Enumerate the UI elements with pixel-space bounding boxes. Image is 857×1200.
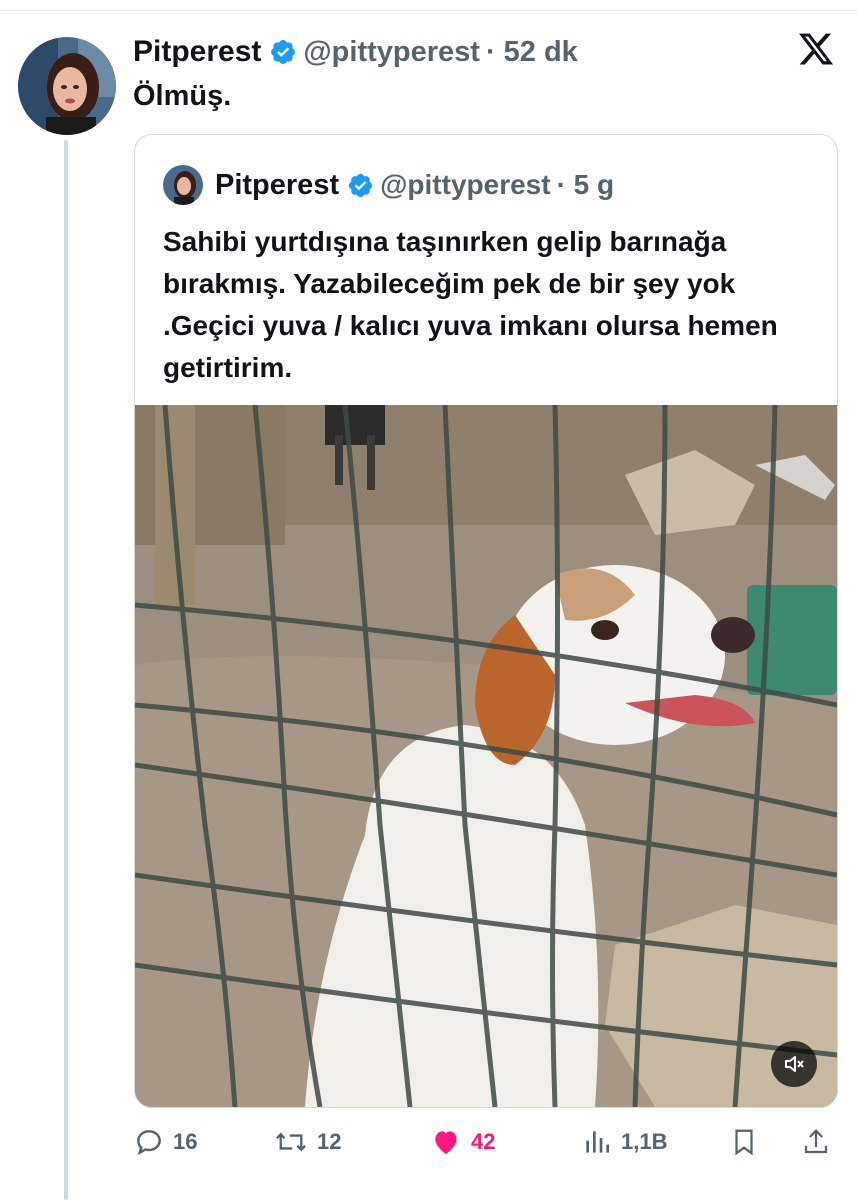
reply-count: 16 xyxy=(173,1129,198,1154)
action-bar: 16 12 42 1,1B xyxy=(133,1122,833,1162)
views-icon xyxy=(586,1131,609,1153)
like-button[interactable]: 42 xyxy=(429,1122,495,1162)
quoted-header: Pitperest @pittyperest · 5 g xyxy=(163,163,614,207)
thread-line xyxy=(64,140,68,1200)
quoted-tweet[interactable]: Pitperest @pittyperest · 5 g Sahibi yurt… xyxy=(134,134,838,1108)
reply-icon xyxy=(137,1130,161,1156)
video-player[interactable] xyxy=(135,404,837,1107)
quoted-avatar[interactable] xyxy=(163,165,203,205)
top-divider xyxy=(0,10,857,11)
mute-icon xyxy=(785,1056,804,1072)
views-count: 1,1B xyxy=(621,1129,668,1154)
quoted-author-name[interactable]: Pitperest xyxy=(215,169,339,202)
share-icon xyxy=(804,1129,828,1154)
views-button[interactable]: 1,1B xyxy=(581,1122,667,1162)
tweet-time[interactable]: · 52 dk xyxy=(486,36,578,69)
bookmark-icon xyxy=(735,1129,753,1156)
retweet-count: 12 xyxy=(317,1129,342,1154)
verified-badge-icon xyxy=(347,172,374,199)
tweet-text: Ölmüş. xyxy=(133,80,232,112)
author-handle[interactable]: @pittyperest xyxy=(303,36,480,69)
tweet-header: Pitperest @pittyperest · 52 dk xyxy=(133,30,578,74)
retweet-button[interactable]: 12 xyxy=(273,1122,341,1162)
mute-button[interactable] xyxy=(771,1041,817,1087)
author-name[interactable]: Pitperest xyxy=(133,35,261,69)
dog-video-frame xyxy=(135,404,837,1107)
verified-badge-icon xyxy=(269,38,297,66)
quoted-text: Sahibi yurtdışına taşınırken gelip barın… xyxy=(163,226,778,383)
reply-button[interactable]: 16 xyxy=(133,1122,197,1162)
quoted-author-handle[interactable]: @pittyperest xyxy=(380,169,550,201)
heart-icon xyxy=(435,1131,457,1154)
retweet-icon xyxy=(276,1132,306,1152)
avatar[interactable] xyxy=(18,37,116,135)
share-button[interactable] xyxy=(801,1122,839,1162)
x-logo-icon[interactable] xyxy=(797,30,835,68)
bookmark-button[interactable] xyxy=(729,1122,767,1162)
quoted-time[interactable]: · 5 g xyxy=(557,169,615,201)
like-count: 42 xyxy=(471,1129,496,1154)
